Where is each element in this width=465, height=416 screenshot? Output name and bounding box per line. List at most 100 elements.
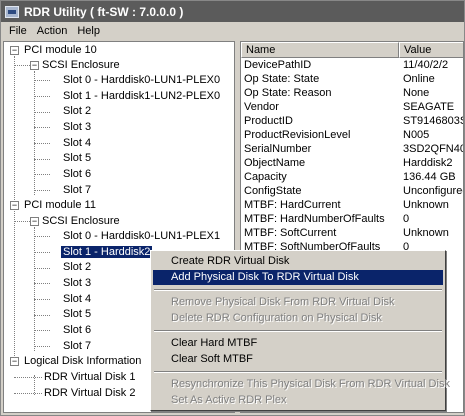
menu-item-delete-rdr-configuration[interactable]: Delete RDR Configuration on Physical Dis…	[153, 311, 443, 326]
tree-connector	[34, 71, 35, 195]
tree-item-pci10-slot6[interactable]: Slot 6	[63, 167, 91, 182]
tree-item-logical-disk-info[interactable]: Logical Disk Information	[24, 354, 141, 369]
property-name: ObjectName	[244, 157, 306, 169]
collapse-pci11-icon[interactable]: −	[10, 201, 19, 210]
property-value: 136.44 GB	[403, 171, 456, 183]
menu-action[interactable]: Action	[32, 25, 73, 37]
context-menu: Create RDR Virtual Disk Add Physical Dis…	[150, 250, 450, 411]
tree-item-pci11-slot5[interactable]: Slot 5	[63, 307, 91, 322]
tree-item-pci10-slot0[interactable]: Slot 0 - Harddisk0-LUN1-PLEX0	[63, 73, 220, 88]
menu-item-add-physical-disk[interactable]: Add Physical Disk To RDR Virtual Disk	[153, 270, 443, 285]
menu-separator	[154, 330, 442, 332]
property-value: Unknown	[403, 227, 449, 239]
tree-item-pci11-slot4[interactable]: Slot 4	[63, 292, 91, 307]
property-name: DevicePathID	[244, 59, 312, 71]
property-name: ProductID	[244, 115, 293, 127]
tree-connector	[34, 236, 50, 237]
menu-item-create-rdr-virtual-disk[interactable]: Create RDR Virtual Disk	[153, 254, 443, 269]
property-value: Unconfigured	[403, 185, 464, 197]
tree-item-pci11-slot0[interactable]: Slot 0 - Harddisk0-LUN1-PLEX1	[63, 229, 220, 244]
tree-item-pci10-slot2[interactable]: Slot 2	[63, 104, 91, 119]
window-title: RDR Utility ( ft-SW : 7.0.0.0 )	[24, 4, 184, 19]
selected-tree-label: Slot 1 - Harddisk2	[61, 246, 153, 258]
property-value: Online	[403, 73, 435, 85]
menu-item-clear-hard-mtbf[interactable]: Clear Hard MTBF	[153, 336, 443, 351]
menu-separator	[154, 289, 442, 291]
property-value: ST9146803SS	[403, 115, 463, 127]
tree-item-pci11-slot3[interactable]: Slot 3	[63, 276, 91, 291]
tree-item-pci10-slot5[interactable]: Slot 5	[63, 151, 91, 166]
app-window: RDR Utility ( ft-SW : 7.0.0.0 ) File Act…	[0, 0, 465, 416]
list-row[interactable]: MTBF: SoftCurrent Unknown	[241, 226, 463, 240]
property-value: 0	[403, 213, 410, 225]
property-value: Unknown	[403, 199, 449, 211]
property-value: 11/40/2/2	[403, 59, 449, 71]
menu-file[interactable]: File	[4, 25, 32, 37]
menu-item-clear-soft-mtbf[interactable]: Clear Soft MTBF	[153, 352, 443, 367]
tree-item-rdr-virtual-disk-2[interactable]: RDR Virtual Disk 2	[44, 386, 136, 401]
tree-item-pci10-scsi[interactable]: SCSI Enclosure	[42, 58, 120, 73]
collapse-logical-icon[interactable]: −	[10, 357, 19, 366]
property-name: Op State: State	[244, 73, 320, 85]
tree-item-pci10-slot4[interactable]: Slot 4	[63, 136, 91, 151]
menu-item-resynchronize[interactable]: Resynchronize This Physical Disk From RD…	[153, 377, 450, 392]
menu-separator	[154, 371, 442, 373]
tree-connector	[14, 65, 30, 66]
menu-item-remove-physical-disk[interactable]: Remove Physical Disk From RDR Virtual Di…	[153, 295, 443, 310]
app-icon	[5, 5, 19, 18]
property-value: 3SD2QFN400	[403, 143, 463, 155]
list-row[interactable]: DevicePathID 11/40/2/2	[241, 58, 463, 72]
list-row[interactable]: Vendor SEAGATE	[241, 100, 463, 114]
collapse-pci10-scsi-icon[interactable]: −	[30, 61, 39, 70]
list-row[interactable]: ConfigState Unconfigured	[241, 184, 464, 198]
tree-item-pci11[interactable]: PCI module 11	[24, 198, 96, 213]
tree-item-pci10-slot1[interactable]: Slot 1 - Harddisk1-LUN2-PLEX0	[63, 89, 220, 104]
tree-item-pci10[interactable]: PCI module 10	[24, 43, 97, 58]
list-row[interactable]: Op State: Reason None	[241, 86, 463, 100]
tree-item-pci11-slot2[interactable]: Slot 2	[63, 260, 91, 275]
list-header: Name Value	[241, 42, 463, 58]
list-row[interactable]: Capacity 136.44 GB	[241, 170, 463, 184]
menu-item-set-active-plex[interactable]: Set As Active RDR Plex	[153, 393, 443, 408]
property-value: SEAGATE	[403, 101, 455, 113]
tree-connector	[14, 393, 42, 394]
list-row[interactable]: ProductID ST9146803SS	[241, 114, 463, 128]
tree-connector	[34, 96, 50, 97]
property-value: None	[403, 87, 430, 99]
property-name: MTBF: SoftCurrent	[244, 227, 337, 239]
property-name: MTBF: HardCurrent	[244, 199, 341, 211]
column-header-value[interactable]: Value	[399, 42, 463, 58]
property-name: SerialNumber	[244, 143, 312, 155]
list-row[interactable]: ObjectName Harddisk2	[241, 156, 463, 170]
tree-item-pci11-slot6[interactable]: Slot 6	[63, 323, 91, 338]
tree-item-pci11-slot7[interactable]: Slot 7	[63, 339, 91, 354]
property-name: Capacity	[244, 171, 287, 183]
tree-item-pci11-scsi[interactable]: SCSI Enclosure	[42, 214, 120, 229]
tree-connector	[34, 80, 50, 81]
menu-help[interactable]: Help	[72, 25, 105, 37]
column-header-name[interactable]: Name	[241, 42, 399, 58]
tree-connector	[34, 190, 50, 191]
list-row[interactable]: MTBF: HardCurrent Unknown	[241, 198, 463, 212]
tree-item-pci10-slot7[interactable]: Slot 7	[63, 183, 91, 198]
tree-connector	[34, 346, 50, 347]
tree-item-rdr-virtual-disk-1[interactable]: RDR Virtual Disk 1	[44, 370, 136, 385]
list-row[interactable]: Op State: State Online	[241, 72, 463, 86]
list-row[interactable]: ProductRevisionLevel N005	[241, 128, 463, 142]
tree-item-pci10-slot3[interactable]: Slot 3	[63, 120, 91, 135]
tree-connector	[34, 330, 50, 331]
tree-item-pci11-slot1[interactable]: Slot 1 - Harddisk2	[61, 245, 153, 260]
title-bar[interactable]: RDR Utility ( ft-SW : 7.0.0.0 )	[1, 1, 464, 22]
list-row[interactable]: MTBF: HardNumberOfFaults 0	[241, 212, 463, 226]
tree-connector	[34, 227, 35, 351]
tree-connector	[14, 377, 42, 378]
tree-connector	[34, 174, 50, 175]
collapse-pci11-scsi-icon[interactable]: −	[30, 217, 39, 226]
tree-connector	[34, 127, 50, 128]
property-name: Op State: Reason	[244, 87, 332, 99]
tree-connector	[34, 268, 50, 269]
collapse-pci10-icon[interactable]: −	[10, 46, 19, 55]
list-row[interactable]: SerialNumber 3SD2QFN400	[241, 142, 463, 156]
property-value: N005	[403, 129, 430, 141]
menu-bar: File Action Help	[1, 22, 464, 40]
